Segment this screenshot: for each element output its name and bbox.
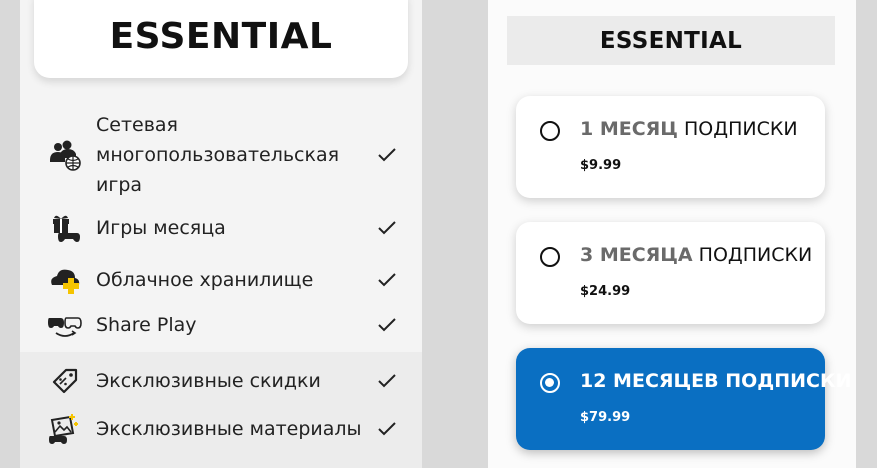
features-title: ESSENTIAL [109, 15, 333, 57]
feature-cloud-storage: Облачное хранилище [20, 262, 422, 298]
feature-label-line: Сетевая [96, 114, 178, 136]
check-icon [378, 221, 396, 235]
plan-radio[interactable] [540, 121, 560, 141]
plan-suffix: ПОДПИСКИ [677, 118, 798, 140]
feature-label: Сетевая многопользовательская игра [96, 110, 376, 200]
gift-controller-icon [48, 211, 82, 245]
discount-tag-icon [48, 364, 82, 398]
feature-label-line: многопользовательская [96, 144, 340, 166]
feature-label-line: игра [96, 174, 143, 196]
feature-label: Эксклюзивные скидки [96, 370, 321, 392]
features-panel: ESSENTIAL Сетевая многопользовательская … [20, 0, 422, 468]
feature-monthly-games: Игры месяца [20, 210, 422, 246]
plan-radio-selected[interactable] [540, 373, 560, 393]
plan-option-3-months[interactable]: 3 МЕСЯЦА ПОДПИСКИ $24.99 [516, 222, 825, 324]
plan-name: 12 МЕСЯЦЕВ ПОДПИСКИ [580, 370, 851, 392]
feature-exclusive-content: Эксклюзивные материалы [20, 411, 422, 447]
plan-suffix: ПОДПИСКИ [692, 244, 813, 266]
plan-name: 3 МЕСЯЦА ПОДПИСКИ [580, 244, 812, 266]
share-play-icon [48, 308, 82, 342]
feature-label: Игры месяца [96, 217, 226, 239]
feature-exclusive-discounts: Эксклюзивные скидки [20, 363, 422, 399]
plan-duration: 3 МЕСЯЦА [580, 244, 693, 266]
plan-option-12-months[interactable]: 12 МЕСЯЦЕВ ПОДПИСКИ $79.99 [516, 348, 851, 450]
feature-label: Эксклюзивные материалы [96, 418, 362, 440]
plan-price: $9.99 [580, 158, 622, 173]
plan-option-1-month[interactable]: 1 МЕСЯЦ ПОДПИСКИ $9.99 [516, 96, 825, 198]
plan-duration: 1 МЕСЯЦ [580, 118, 678, 140]
plan-name: 1 МЕСЯЦ ПОДПИСКИ [580, 118, 798, 140]
plans-panel: ESSENTIAL 1 МЕСЯЦ ПОДПИСКИ $9.99 3 МЕСЯЦ… [488, 0, 856, 468]
feature-label: Облачное хранилище [96, 269, 314, 291]
cloud-plus-icon [48, 263, 82, 297]
multiplayer-icon [48, 138, 82, 172]
features-title-card: ESSENTIAL [34, 0, 408, 78]
check-icon [378, 318, 396, 332]
feature-multiplayer: Сетевая многопользовательская игра [20, 110, 422, 200]
plans-title-bar: ESSENTIAL [507, 16, 835, 65]
check-icon [378, 422, 396, 436]
check-icon [378, 148, 396, 162]
plan-price: $79.99 [580, 410, 631, 425]
exclusive-content-icon [48, 412, 82, 446]
plan-radio[interactable] [540, 247, 560, 267]
check-icon [378, 374, 396, 388]
feature-share-play: Share Play [20, 307, 422, 343]
check-icon [378, 273, 396, 287]
feature-label: Share Play [96, 314, 197, 336]
plan-duration: 12 МЕСЯЦЕВ [580, 370, 719, 392]
plan-price: $24.99 [580, 284, 631, 299]
plan-suffix: ПОДПИСКИ [718, 370, 852, 392]
plans-title: ESSENTIAL [599, 27, 743, 54]
